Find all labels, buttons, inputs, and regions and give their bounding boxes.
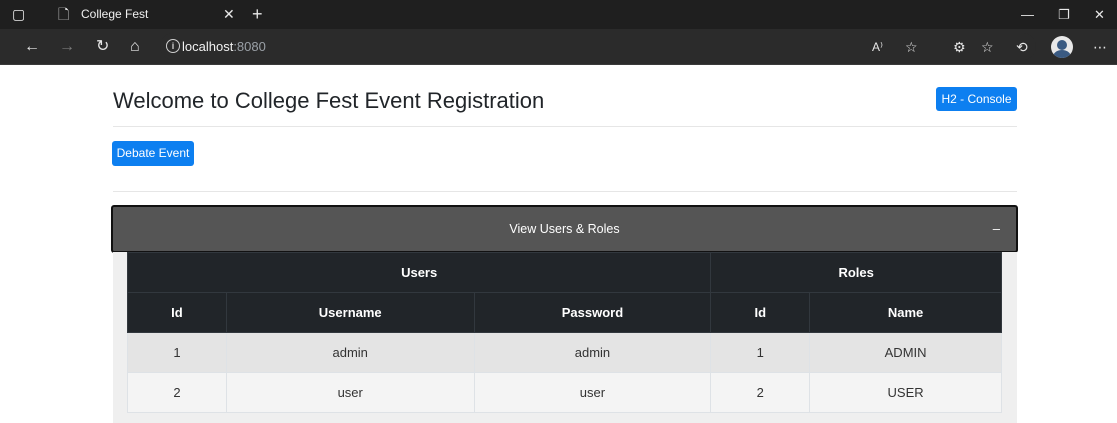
page-icon: 🗋	[58, 6, 70, 22]
h2-console-button[interactable]: H2 - Console	[936, 87, 1017, 111]
url-host: localhost	[182, 39, 234, 54]
url-port: :8080	[233, 39, 266, 54]
users-group-header: Users	[126, 252, 712, 293]
table-row: 1 admin admin 1 ADMIN	[127, 332, 1002, 373]
cell-role-id: 2	[710, 372, 811, 413]
cell-username: user	[225, 372, 475, 413]
refresh-icon[interactable]: ↻	[96, 29, 109, 65]
tab-title: College Fest	[81, 7, 149, 21]
minimize-icon[interactable]: —	[1021, 0, 1034, 29]
users-roles-panel: Users Roles Id Username Password Id Name…	[113, 252, 1017, 423]
tab-close-icon[interactable]: ✕	[223, 0, 235, 29]
accordion-label: View Users & Roles	[509, 222, 620, 236]
tab-actions-icon[interactable]: ▢	[12, 0, 25, 29]
forward-icon[interactable]: →	[59, 29, 75, 65]
read-aloud-icon[interactable]: A⁾	[872, 29, 883, 65]
page-content: Welcome to College Fest Event Registrati…	[0, 66, 1117, 423]
profile-avatar[interactable]	[1051, 36, 1073, 58]
table-row: 2 user user 2 USER	[127, 372, 1002, 413]
column-header-user-id: Id	[127, 292, 227, 333]
users-roles-accordion-header[interactable]: View Users & Roles –	[111, 205, 1018, 253]
page-title: Welcome to College Fest Event Registrati…	[113, 88, 545, 113]
history-icon[interactable]: ⟲	[1016, 29, 1028, 65]
roles-group-header: Roles	[710, 252, 1002, 293]
restore-icon[interactable]: ❐	[1058, 0, 1070, 29]
column-header-username: Username	[225, 292, 475, 333]
cell-username: admin	[225, 332, 475, 373]
collapse-icon[interactable]: –	[993, 207, 1000, 251]
new-tab-icon[interactable]: +	[252, 0, 263, 29]
browser-nav-bar: ← → ↻ ⌂ i localhost:8080 A⁾ ☆ ⚙ ☆ ⟲ ⋯	[0, 29, 1117, 65]
divider	[113, 126, 1017, 127]
column-header-role-name: Name	[809, 292, 1002, 333]
favorites-icon[interactable]: ☆	[981, 29, 994, 65]
browser-tab[interactable]: 🗋 College Fest ✕	[48, 0, 248, 29]
cell-password: user	[473, 372, 712, 413]
back-icon[interactable]: ←	[24, 29, 40, 65]
window-close-icon[interactable]: ✕	[1094, 0, 1105, 29]
debate-event-button[interactable]: Debate Event	[112, 141, 194, 166]
divider	[113, 191, 1017, 192]
info-icon[interactable]: i	[166, 39, 180, 53]
url-text[interactable]: localhost:8080	[182, 33, 266, 60]
column-header-password: Password	[473, 292, 712, 333]
extensions-icon[interactable]: ⚙	[953, 29, 966, 65]
cell-role-name: USER	[809, 372, 1002, 413]
home-icon[interactable]: ⌂	[130, 29, 140, 65]
cell-role-id: 1	[710, 332, 811, 373]
cell-role-name: ADMIN	[809, 332, 1002, 373]
cell-user-id: 1	[127, 332, 227, 373]
cell-user-id: 2	[127, 372, 227, 413]
cell-password: admin	[473, 332, 712, 373]
favorite-star-icon[interactable]: ☆	[905, 29, 918, 65]
browser-tab-bar: ▢ 🗋 College Fest ✕ + — ❐ ✕	[0, 0, 1117, 29]
more-menu-icon[interactable]: ⋯	[1093, 29, 1107, 65]
column-header-role-id: Id	[710, 292, 811, 333]
users-roles-table: Users Roles Id Username Password Id Name…	[126, 252, 1002, 413]
